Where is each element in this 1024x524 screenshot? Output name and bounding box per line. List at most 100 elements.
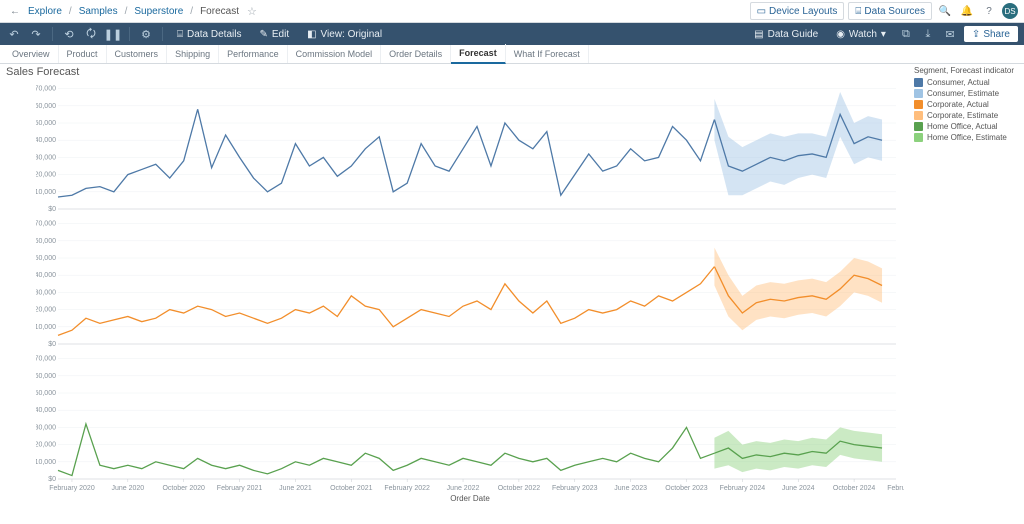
legend-item[interactable]: Corporate, Actual [914, 99, 1020, 110]
svg-text:$10,000: $10,000 [36, 324, 56, 331]
svg-text:$60,000: $60,000 [36, 103, 56, 110]
book-icon: ▤ [754, 29, 763, 40]
data-sources-button[interactable]: ⌸Data Sources [848, 2, 932, 20]
tab-shipping[interactable]: Shipping [167, 45, 219, 63]
device-layouts-button[interactable]: ▭Device Layouts [750, 2, 845, 20]
svg-text:$20,000: $20,000 [36, 307, 56, 314]
svg-text:$60,000: $60,000 [36, 373, 56, 380]
svg-text:$0: $0 [48, 206, 56, 213]
svg-text:$30,000: $30,000 [36, 154, 56, 161]
legend-item[interactable]: Consumer, Estimate [914, 88, 1020, 99]
legend-item[interactable]: Corporate, Estimate [914, 110, 1020, 121]
legend-title: Segment, Forecast indicator [914, 66, 1020, 75]
gear-icon[interactable]: ⚙ [138, 26, 154, 42]
svg-text:Order Date: Order Date [450, 494, 490, 503]
svg-text:$70,000: $70,000 [36, 221, 56, 228]
tab-product[interactable]: Product [59, 45, 107, 63]
sheet-tabs: OverviewProductCustomersShippingPerforma… [0, 45, 1024, 64]
svg-text:$30,000: $30,000 [36, 424, 56, 431]
legend-item[interactable]: Home Office, Estimate [914, 132, 1020, 143]
data-details-button[interactable]: ⌸Data Details [171, 26, 247, 42]
tab-commission-model[interactable]: Commission Model [288, 45, 382, 63]
svg-text:June 2022: June 2022 [447, 485, 480, 492]
edit-button[interactable]: ✎Edit [253, 26, 295, 42]
legend-item[interactable]: Consumer, Actual [914, 77, 1020, 88]
breadcrumb-bar: ← Explore / Samples / Superstore / Forec… [0, 0, 1024, 23]
svg-text:$30,000: $30,000 [36, 289, 56, 296]
svg-text:$0: $0 [48, 476, 56, 483]
svg-text:$40,000: $40,000 [36, 272, 56, 279]
svg-text:February 2024: February 2024 [720, 485, 766, 492]
svg-text:October 2021: October 2021 [330, 485, 373, 492]
svg-text:$50,000: $50,000 [36, 390, 56, 397]
eye-icon: ◉ [836, 29, 845, 40]
legend: Segment, Forecast indicator Consumer, Ac… [914, 66, 1020, 143]
tab-performance[interactable]: Performance [219, 45, 288, 63]
svg-text:$70,000: $70,000 [36, 356, 56, 363]
viz-title: Sales Forecast [6, 66, 79, 78]
svg-text:June 2024: June 2024 [782, 485, 815, 492]
legend-swatch [914, 133, 923, 142]
svg-text:February 2025: February 2025 [887, 485, 904, 492]
edit-icon: ✎ [259, 29, 267, 40]
metrics-icon[interactable]: ⧉ [898, 26, 914, 42]
toolbar: ↶ ↷ ⟲ 🗘 ❚❚ ⚙ ⌸Data Details ✎Edit ◧View: … [0, 23, 1024, 45]
svg-text:February 2020: February 2020 [49, 485, 95, 492]
legend-swatch [914, 89, 923, 98]
avatar[interactable]: DS [1002, 3, 1018, 19]
comments-icon[interactable]: ✉ [942, 26, 958, 42]
share-button[interactable]: ⇪Share [964, 26, 1018, 42]
breadcrumb-project[interactable]: Superstore [134, 6, 183, 17]
legend-swatch [914, 111, 923, 120]
device-icon: ▭ [757, 6, 766, 17]
back-icon[interactable]: ← [6, 2, 24, 20]
watch-button[interactable]: ◉Watch▾ [830, 26, 892, 42]
tab-order-details[interactable]: Order Details [381, 45, 451, 63]
svg-text:October 2022: October 2022 [498, 485, 541, 492]
data-details-icon: ⌸ [177, 29, 183, 40]
help-icon[interactable]: ? [980, 2, 998, 20]
viz-area: Sales Forecast Segment, Forecast indicat… [0, 64, 1024, 524]
legend-swatch [914, 122, 923, 131]
breadcrumb-root[interactable]: Explore [28, 6, 62, 17]
svg-text:$50,000: $50,000 [36, 120, 56, 127]
tab-what-if-forecast[interactable]: What If Forecast [506, 45, 589, 63]
svg-text:$50,000: $50,000 [36, 255, 56, 262]
view-original-button[interactable]: ◧View: Original [301, 26, 388, 42]
svg-text:June 2020: June 2020 [111, 485, 144, 492]
legend-swatch [914, 100, 923, 109]
svg-text:$70,000: $70,000 [36, 86, 56, 93]
view-icon: ◧ [307, 29, 316, 40]
download-icon[interactable]: ⤓ [920, 26, 936, 42]
svg-text:$40,000: $40,000 [36, 407, 56, 414]
pause-icon[interactable]: ❚❚ [105, 26, 121, 42]
redo-icon[interactable]: ↷ [28, 26, 44, 42]
svg-text:$20,000: $20,000 [36, 442, 56, 449]
svg-text:$20,000: $20,000 [36, 172, 56, 179]
legend-item[interactable]: Home Office, Actual [914, 121, 1020, 132]
undo-icon[interactable]: ↶ [6, 26, 22, 42]
data-guide-button[interactable]: ▤Data Guide [748, 26, 824, 42]
breadcrumb-samples[interactable]: Samples [79, 6, 118, 17]
refresh-icon[interactable]: 🗘 [83, 26, 99, 42]
svg-text:$10,000: $10,000 [36, 189, 56, 196]
plot-area[interactable]: $0 $10,000 $20,000 $30,000 $40,000 $50,000 $60… [36, 80, 904, 508]
revert-icon[interactable]: ⟲ [61, 26, 77, 42]
svg-text:$40,000: $40,000 [36, 137, 56, 144]
svg-text:June 2021: June 2021 [279, 485, 312, 492]
star-icon[interactable]: ☆ [247, 5, 257, 18]
share-icon: ⇪ [972, 29, 980, 40]
tab-forecast[interactable]: Forecast [451, 44, 506, 64]
database-icon: ⌸ [855, 6, 861, 17]
breadcrumb-workbook: Forecast [200, 6, 239, 17]
tab-customers[interactable]: Customers [107, 45, 168, 63]
svg-text:$60,000: $60,000 [36, 238, 56, 245]
svg-text:October 2020: October 2020 [162, 485, 205, 492]
svg-text:February 2023: February 2023 [552, 485, 598, 492]
svg-text:October 2024: October 2024 [833, 485, 876, 492]
svg-text:$0: $0 [48, 341, 56, 348]
tab-overview[interactable]: Overview [4, 45, 59, 63]
search-icon[interactable]: 🔍 [936, 2, 954, 20]
svg-text:October 2023: October 2023 [665, 485, 708, 492]
notifications-icon[interactable]: 🔔 [958, 2, 976, 20]
